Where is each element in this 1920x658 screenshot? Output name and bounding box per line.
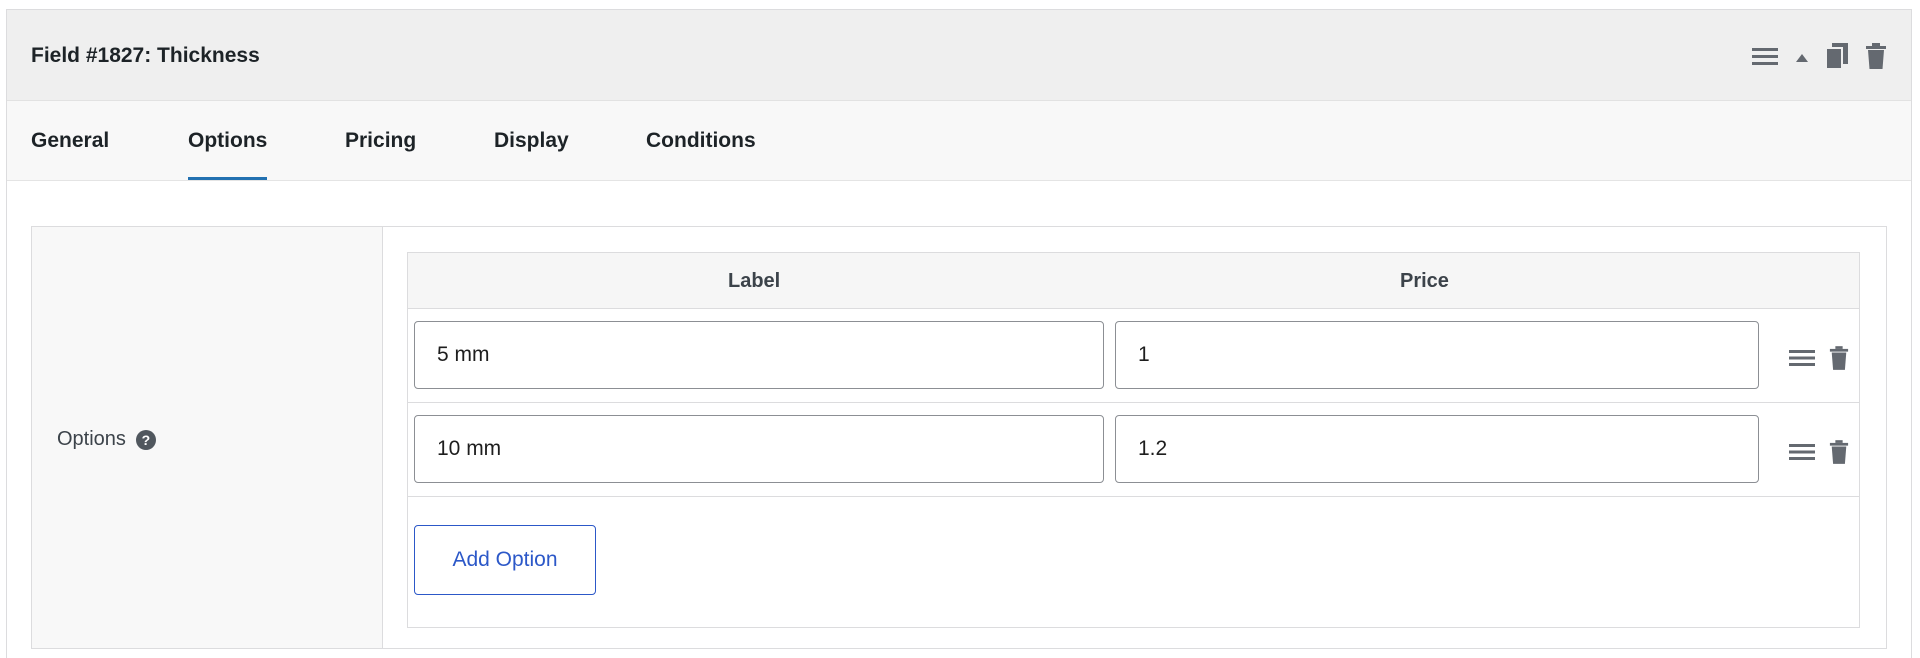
help-icon[interactable]: ? [135,429,156,450]
drag-handle-icon[interactable] [1789,443,1815,466]
options-setting: Options ? Label Price 5 mm 1 10 mm 1.2 A… [31,226,1887,649]
option-label-input[interactable]: 10 mm [414,415,1104,483]
field-header[interactable]: Field #1827: Thickness [7,10,1911,101]
table-row: 10 mm 1.2 [408,403,1859,497]
tab-options[interactable]: Options [188,101,268,180]
header-actions [1751,42,1887,75]
option-price-input[interactable]: 1 [1115,321,1759,389]
drag-handle-icon[interactable] [1789,349,1815,372]
trash-icon[interactable] [1865,42,1887,75]
options-table: Label Price 5 mm 1 10 mm 1.2 Add Option [407,252,1860,628]
menu-icon[interactable] [1751,46,1779,71]
duplicate-icon[interactable] [1825,42,1849,75]
trash-icon[interactable] [1829,345,1849,376]
field-title: Field #1827: Thickness [31,44,260,67]
tab-general[interactable]: General [31,101,109,180]
trash-icon[interactable] [1829,439,1849,470]
tab-bar: General Options Pricing Display Conditio… [7,101,1911,181]
collapse-up-icon[interactable] [1795,50,1809,68]
row-actions [1789,345,1849,376]
column-header-label: Label [728,270,781,292]
options-label-cell: Options ? [32,227,383,648]
add-option-button[interactable]: Add Option [414,525,596,595]
options-label-text: Options [57,428,126,450]
table-row: 5 mm 1 [408,309,1859,403]
field-panel: Field #1827: Thickness General Options P… [6,9,1912,658]
tab-display[interactable]: Display [494,101,569,180]
table-header: Label Price [408,253,1859,309]
add-option-row: Add Option [408,497,1859,625]
tab-conditions[interactable]: Conditions [646,101,756,180]
options-label: Options ? [57,428,156,451]
option-price-input[interactable]: 1.2 [1115,415,1759,483]
tab-pricing[interactable]: Pricing [345,101,416,180]
column-header-price: Price [1400,270,1449,292]
row-actions [1789,439,1849,470]
option-label-input[interactable]: 5 mm [414,321,1104,389]
